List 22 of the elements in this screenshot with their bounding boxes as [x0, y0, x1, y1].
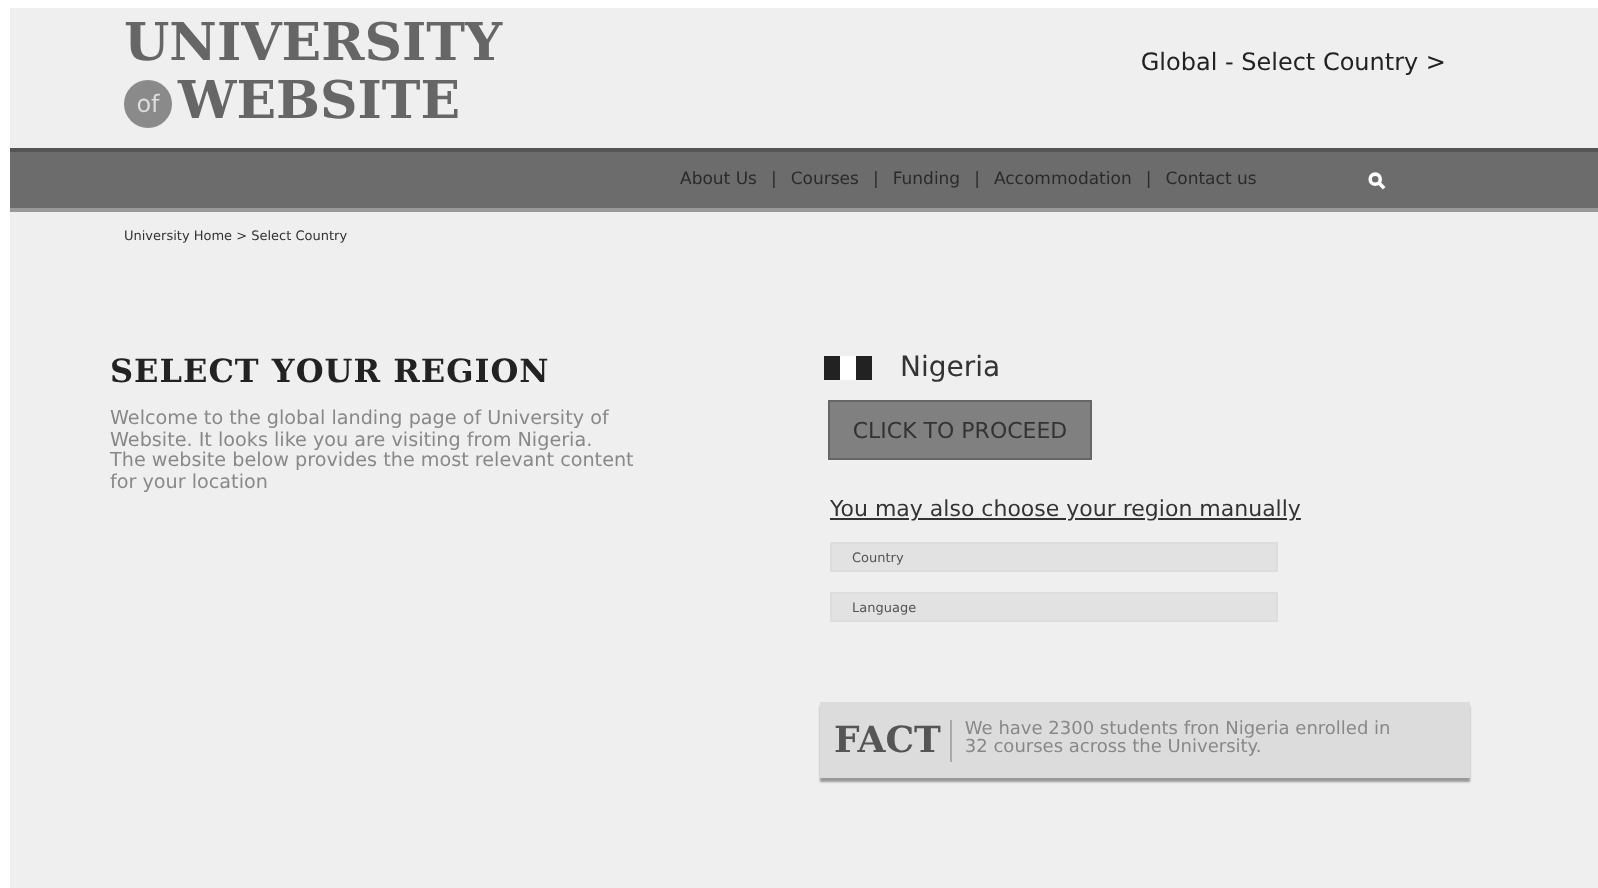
- nav-link[interactable]: Funding: [892, 170, 961, 190]
- nav-separator: |: [974, 170, 980, 190]
- nav-separator: |: [1145, 170, 1152, 190]
- nav-separator: |: [872, 170, 879, 190]
- logo-badge: of: [124, 79, 172, 127]
- flag-icon: [824, 356, 876, 380]
- manual-region-link[interactable]: You may also choose your region manually: [830, 496, 1301, 522]
- country-name: Nigeria: [900, 352, 1001, 384]
- nav-separator: |: [770, 170, 777, 190]
- nav-link[interactable]: About Us: [680, 170, 757, 190]
- fact-label: FACT: [834, 719, 953, 761]
- logo-text: UNIVERSITY: [124, 16, 503, 74]
- country-link[interactable]: Global - Select Country >: [1140, 48, 1446, 76]
- intro-text: Welcome to the global landing page of University of Website. It looks like you are visiting from Nigeria. The website below provides the most relevant content for your location: [110, 410, 634, 494]
- region-heading: SELECT YOUR REGION: [110, 352, 552, 390]
- proceed-button[interactable]: CLICK TO PROCEED: [828, 400, 1092, 460]
- fact-text: We have 2300 students fron Nigeria enrolled in 32 courses across the University.: [964, 722, 1393, 758]
- nav-link[interactable]: Accommodation: [993, 170, 1132, 190]
- logo-text: WEBSITE: [178, 74, 461, 132]
- search-icon[interactable]: [1368, 171, 1387, 189]
- nav-link[interactable]: Contact us: [1165, 170, 1257, 190]
- nav-link[interactable]: Courses: [790, 170, 859, 190]
